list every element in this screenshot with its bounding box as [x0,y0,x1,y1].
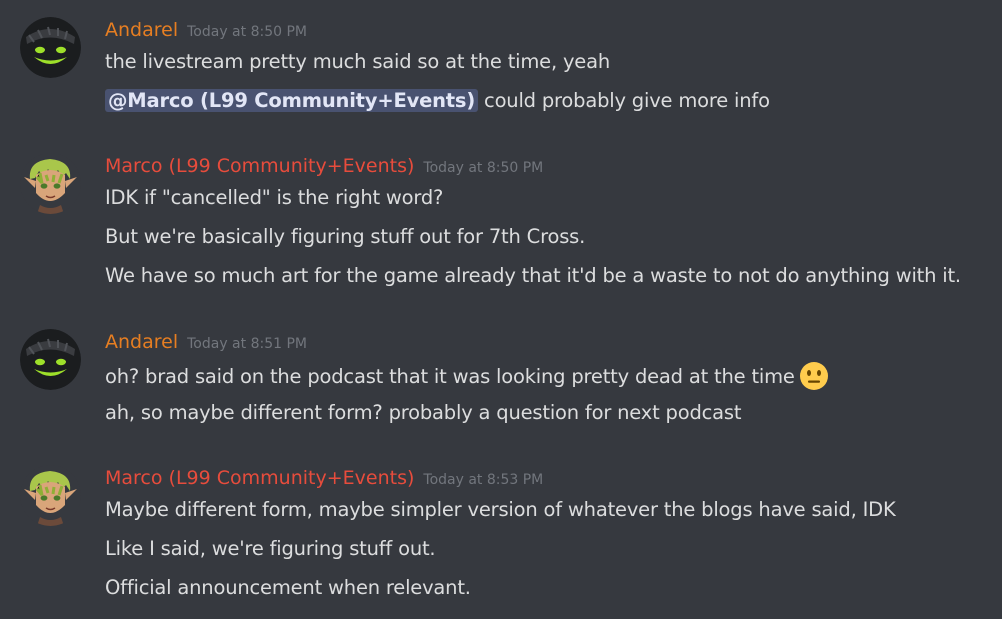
username[interactable]: Andarel [105,331,178,353]
message-header: Marco (L99 Community+Events) Today at 8:5… [105,465,543,493]
message-text: IDK if "cancelled" is the right word? [105,186,444,209]
message-text: @Marco (L99 Community+Events) could prob… [105,88,770,114]
avatar[interactable] [20,329,81,390]
timestamp: Today at 8:51 PM [187,336,307,352]
chat-message-list: Andarel Today at 8:50 PM the livestream p… [0,0,1002,619]
username[interactable]: Marco (L99 Community+Events) [105,467,414,489]
smiling-mask-avatar-icon [20,17,81,78]
elf-character-avatar-icon [20,153,81,214]
message-text: ah, so maybe different form? probably a … [105,401,742,424]
timestamp: Today at 8:50 PM [423,160,544,176]
message-text: But we're basically figuring stuff out f… [105,225,586,248]
message-header: Andarel Today at 8:50 PM [105,17,307,45]
user-mention[interactable]: @Marco (L99 Community+Events) [105,89,479,112]
message-text: Official announcement when relevant. [105,576,471,599]
smiling-mask-avatar-icon [20,329,81,390]
message-header: Marco (L99 Community+Events) Today at 8:5… [105,153,543,181]
avatar[interactable] [20,153,81,214]
message-text: Like I said, we're figuring stuff out. [105,537,436,560]
elf-character-avatar-icon [20,465,81,526]
message-text-fragment: oh? brad said on the podcast that it was… [105,365,795,388]
username[interactable]: Andarel [105,19,178,41]
neutral-face-emoji-icon[interactable] [799,361,829,391]
message-text: We have so much art for the game already… [105,264,961,287]
timestamp: Today at 8:53 PM [423,472,544,488]
avatar[interactable] [20,17,81,78]
username[interactable]: Marco (L99 Community+Events) [105,155,414,177]
message-header: Andarel Today at 8:51 PM [105,329,307,357]
message-text-fragment: could probably give more info [478,89,770,112]
message-text: oh? brad said on the podcast that it was… [105,361,829,391]
message-text: the livestream pretty much said so at th… [105,50,611,73]
timestamp: Today at 8:50 PM [187,24,307,40]
avatar[interactable] [20,465,81,526]
message-text: Maybe different form, maybe simpler vers… [105,498,896,521]
